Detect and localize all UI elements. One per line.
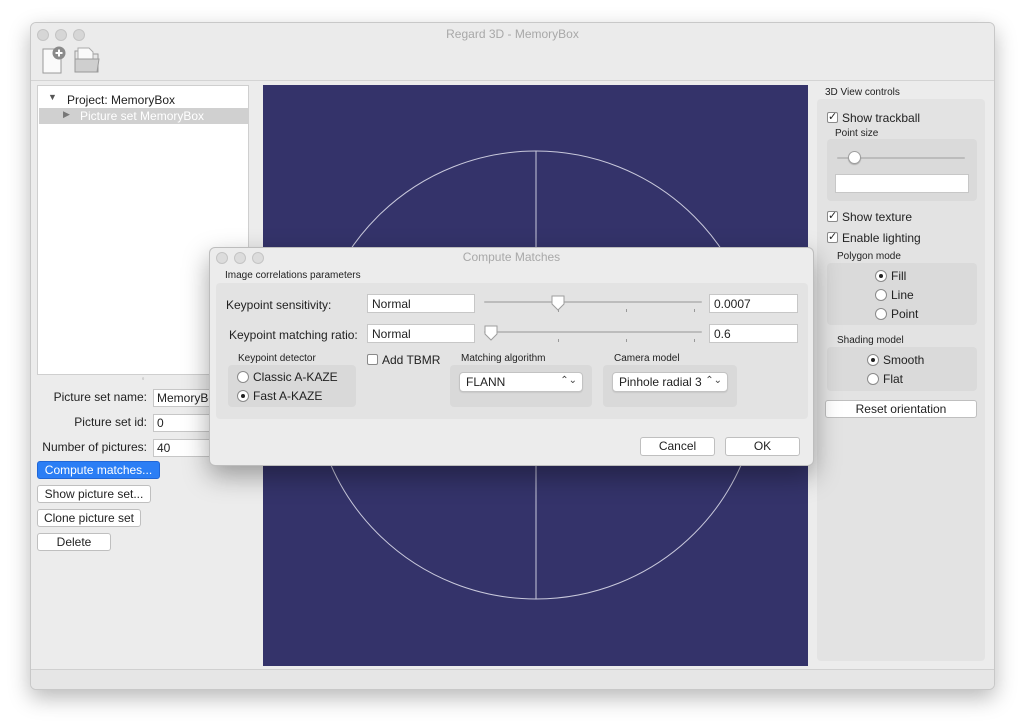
picture-set-name-label: Picture set name: (53, 390, 147, 404)
window-title: Regard 3D - MemoryBox (446, 27, 579, 41)
keypoint-sensitivity-field[interactable]: 0.0007 (709, 294, 798, 313)
shading-model-option-label: Smooth (883, 353, 925, 367)
add-tbmr-checkbox[interactable]: Add TBMR (367, 353, 440, 367)
number-of-pictures-label: Number of pictures: (42, 440, 147, 454)
slider-tick (558, 339, 559, 342)
point-size-label: Point size (835, 128, 879, 139)
point-size-field[interactable] (835, 174, 969, 193)
polygon-mode-option-point[interactable]: Point (875, 307, 918, 321)
updown-chevron-icon: ⌃⌄ (560, 375, 577, 386)
picture-set-id-label: Picture set id: (74, 415, 147, 429)
matching-algorithm-label: Matching algorithm (461, 353, 546, 364)
collapsed-triangle-icon[interactable]: ▶ (63, 109, 70, 120)
show-texture-check[interactable] (827, 209, 838, 222)
keypoint-sensitivity-label: Keypoint sensitivity: (226, 298, 332, 312)
keypoint-sensitivity-slider-thumb[interactable] (551, 295, 565, 314)
polygon-mode-option-fill[interactable]: Fill (875, 269, 906, 283)
enable-lighting-check[interactable] (827, 230, 838, 243)
matching-algorithm-select[interactable]: FLANN ⌃⌄ (459, 372, 583, 392)
matching-ratio-text: Normal (367, 324, 475, 343)
slider-tick (626, 309, 627, 312)
3d-view-controls-panel: 3D View controls Show trackball Point si… (815, 85, 987, 662)
keypoint-detector-radio[interactable] (237, 390, 249, 402)
show-trackball-label: Show trackball (842, 111, 921, 125)
matching-ratio-field[interactable]: 0.6 (709, 324, 798, 343)
shading-model-radio[interactable] (867, 373, 879, 385)
delete-button[interactable]: Delete (37, 533, 111, 551)
keypoint-sensitivity-slider-track[interactable] (484, 301, 702, 303)
reset-orientation-button[interactable]: Reset orientation (825, 400, 977, 418)
shading-model-option-label: Flat (883, 372, 904, 386)
show-picture-set-button[interactable]: Show picture set... (37, 485, 151, 503)
clone-picture-set-button[interactable]: Clone picture set (37, 509, 141, 527)
shading-model-radio[interactable] (867, 354, 879, 366)
updown-chevron-icon: ⌃⌄ (705, 375, 722, 386)
3d-view-controls-title: 3D View controls (825, 87, 900, 98)
cancel-button[interactable]: Cancel (640, 437, 715, 456)
polygon-mode-option-label: Point (891, 307, 919, 321)
polygon-mode-option-label: Line (891, 288, 914, 302)
keypoint-detector-label: Keypoint detector (238, 353, 316, 364)
matching-algorithm-value: FLANN (466, 375, 506, 389)
shading-model-label: Shading model (837, 335, 904, 346)
show-trackball-checkbox[interactable]: Show trackball (827, 110, 921, 125)
polygon-mode-option-label: Fill (891, 269, 907, 283)
tree-item-picture-set[interactable]: ▶ Picture set MemoryBox (39, 108, 249, 124)
shading-model-option-smooth[interactable]: Smooth (867, 353, 924, 367)
correlation-params-title: Image correlations parameters (225, 270, 361, 281)
polygon-mode-label: Polygon mode (837, 251, 901, 262)
polygon-mode-radio[interactable] (875, 270, 887, 282)
new-project-icon[interactable] (39, 45, 69, 75)
open-project-icon[interactable] (71, 45, 101, 75)
slider-tick (694, 309, 695, 312)
enable-lighting-checkbox[interactable]: Enable lighting (827, 230, 921, 245)
enable-lighting-label: Enable lighting (842, 231, 921, 245)
tree-item-picture-set-label: Picture set MemoryBox (80, 109, 205, 123)
ok-button[interactable]: OK (725, 437, 800, 456)
keypoint-detector-option-label: Fast A-KAZE (253, 389, 323, 403)
matching-ratio-slider-track[interactable] (484, 331, 702, 333)
tree-item-project[interactable]: ▼ Project: MemoryBox (38, 92, 248, 108)
slider-tick (626, 339, 627, 342)
keypoint-detector-option-classic-a-kaze[interactable]: Classic A-KAZE (237, 370, 338, 384)
show-trackball-check[interactable] (827, 110, 838, 123)
add-tbmr-label: Add TBMR (382, 353, 441, 367)
expanded-triangle-icon[interactable]: ▼ (48, 92, 57, 102)
slider-tick (694, 339, 695, 342)
add-tbmr-check[interactable] (367, 354, 378, 365)
polygon-mode-radio[interactable] (875, 289, 887, 301)
camera-model-select[interactable]: Pinhole radial 3 ⌃⌄ (612, 372, 728, 392)
compute-matches-dialog: Compute Matches Image correlations param… (209, 247, 814, 466)
status-bar (31, 669, 994, 689)
shading-model-option-flat[interactable]: Flat (867, 372, 903, 386)
keypoint-detector-option-fast-a-kaze[interactable]: Fast A-KAZE (237, 389, 322, 403)
keypoint-detector-radio[interactable] (237, 371, 249, 383)
dialog-title: Compute Matches (462, 250, 561, 264)
keypoint-detector-option-label: Classic A-KAZE (253, 370, 338, 384)
matching-ratio-label: Keypoint matching ratio: (229, 328, 358, 342)
compute-matches-button[interactable]: Compute matches... (37, 461, 160, 479)
show-texture-checkbox[interactable]: Show texture (827, 209, 913, 224)
polygon-mode-radio[interactable] (875, 308, 887, 320)
keypoint-sensitivity-text: Normal (367, 294, 475, 313)
tree-item-project-label: Project: MemoryBox (67, 93, 176, 107)
title-bar: Regard 3D - MemoryBox (31, 23, 994, 81)
show-texture-label: Show texture (842, 210, 913, 224)
camera-model-label: Camera model (614, 353, 680, 364)
camera-model-value: Pinhole radial 3 (619, 375, 702, 389)
polygon-mode-option-line[interactable]: Line (875, 288, 914, 302)
matching-ratio-slider-thumb[interactable] (484, 325, 498, 344)
